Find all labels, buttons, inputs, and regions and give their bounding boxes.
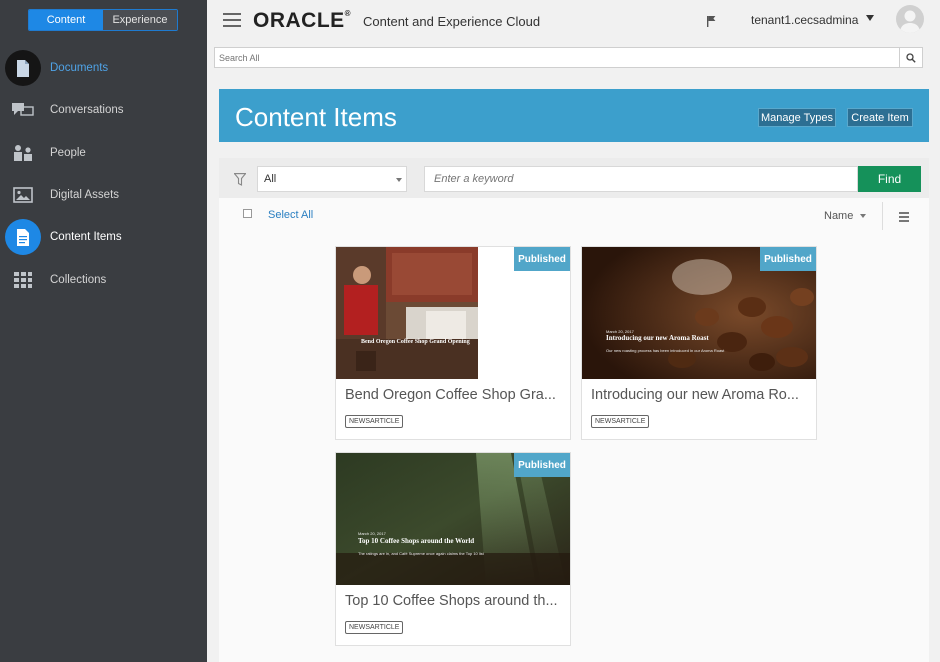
search-button[interactable]: [900, 47, 923, 68]
manage-types-button[interactable]: Manage Types: [758, 108, 836, 127]
type-filter-select[interactable]: All: [257, 166, 407, 192]
content-panel: [219, 158, 929, 662]
content-card[interactable]: March 20, 2017 Introducing our new Aroma…: [581, 246, 817, 440]
sidebar-item-label: Documents: [50, 62, 109, 74]
user-menu[interactable]: tenant1.cecsadmina: [751, 13, 858, 27]
chevron-down-icon: [396, 178, 402, 182]
content-items-icon: [5, 219, 41, 255]
card-title: Top 10 Coffee Shops around th...: [345, 593, 558, 609]
search-input[interactable]: [214, 47, 900, 68]
sidebar-item-digital-assets[interactable]: Digital Assets: [0, 176, 207, 214]
sidebar-item-label: Conversations: [50, 104, 124, 116]
card-thumbnail: March 20, 2017 Introducing our new Aroma…: [582, 247, 816, 379]
content-type-tag: NEWSARTICLE: [591, 415, 650, 428]
page-banner: Content Items Manage Types Create Item: [219, 89, 929, 142]
image-icon: [5, 177, 41, 213]
content-mode-button[interactable]: Content: [29, 10, 103, 30]
sort-dropdown[interactable]: Name: [824, 210, 853, 222]
page-title: Content Items: [235, 102, 397, 132]
content-type-tag: NEWSARTICLE: [345, 415, 404, 428]
list-view-icon[interactable]: [899, 209, 909, 222]
card-overlay-subtitle: The ratings are in, and Café Supreme onc…: [358, 551, 484, 556]
top-header: ORACLE® Content and Experience Cloud ten…: [207, 0, 940, 44]
content-card[interactable]: March 20, 2017 Top 10 Coffee Shops aroun…: [335, 452, 571, 646]
people-icon: [5, 135, 41, 171]
card-title: Bend Oregon Coffee Shop Gra...: [345, 387, 556, 403]
content-card[interactable]: Bend Oregon Coffee Shop Grand Opening Pu…: [335, 246, 571, 440]
mode-switcher: Content Experience: [28, 9, 178, 31]
sidebar-item-label: People: [50, 147, 86, 159]
keyword-input[interactable]: [424, 166, 858, 192]
flag-icon[interactable]: [707, 14, 716, 32]
status-badge: Published: [514, 453, 570, 477]
chevron-down-icon[interactable]: [866, 15, 874, 21]
select-all-checkbox[interactable]: [243, 209, 252, 218]
product-name: Content and Experience Cloud: [363, 14, 541, 29]
sidebar: Content Experience Documents Conversatio…: [0, 0, 207, 662]
card-overlay-title: Bend Oregon Coffee Shop Grand Opening: [361, 339, 470, 345]
conversations-icon: [5, 92, 41, 128]
sidebar-item-documents[interactable]: Documents: [0, 49, 207, 87]
divider: [882, 202, 883, 230]
card-overlay-subtitle: Our new roasting process has been introd…: [606, 348, 725, 353]
chevron-down-icon[interactable]: [860, 214, 866, 218]
card-title: Introducing our new Aroma Ro...: [591, 387, 799, 403]
experience-mode-button[interactable]: Experience: [103, 10, 177, 30]
hamburger-menu-icon[interactable]: [223, 13, 241, 27]
content-type-tag: NEWSARTICLE: [345, 621, 404, 634]
sidebar-item-people[interactable]: People: [0, 134, 207, 172]
card-overlay-date: March 20, 2017: [358, 531, 386, 536]
card-overlay-title: Introducing our new Aroma Roast: [606, 334, 709, 342]
card-thumbnail: March 20, 2017 Top 10 Coffee Shops aroun…: [336, 453, 570, 585]
sidebar-item-label: Collections: [50, 274, 107, 286]
sidebar-item-collections[interactable]: Collections: [0, 261, 207, 299]
sidebar-item-label: Digital Assets: [50, 189, 120, 201]
oracle-logo: ORACLE®: [253, 9, 352, 32]
create-item-button[interactable]: Create Item: [847, 108, 913, 127]
filter-icon[interactable]: [225, 166, 255, 192]
card-thumbnail: Bend Oregon Coffee Shop Grand Opening Pu…: [336, 247, 570, 379]
card-overlay-title: Top 10 Coffee Shops around the World: [358, 537, 475, 545]
sidebar-item-conversations[interactable]: Conversations: [0, 91, 207, 129]
sidebar-item-label: Content Items: [50, 231, 122, 243]
find-button[interactable]: Find: [858, 166, 921, 192]
sidebar-item-content-items[interactable]: Content Items: [0, 218, 207, 256]
search-icon: [906, 52, 916, 63]
status-badge: Published: [760, 247, 816, 271]
collections-icon: [5, 262, 41, 298]
select-all-link[interactable]: Select All: [268, 209, 313, 221]
status-badge: Published: [514, 247, 570, 271]
avatar[interactable]: [896, 5, 924, 33]
document-icon: [5, 50, 41, 86]
